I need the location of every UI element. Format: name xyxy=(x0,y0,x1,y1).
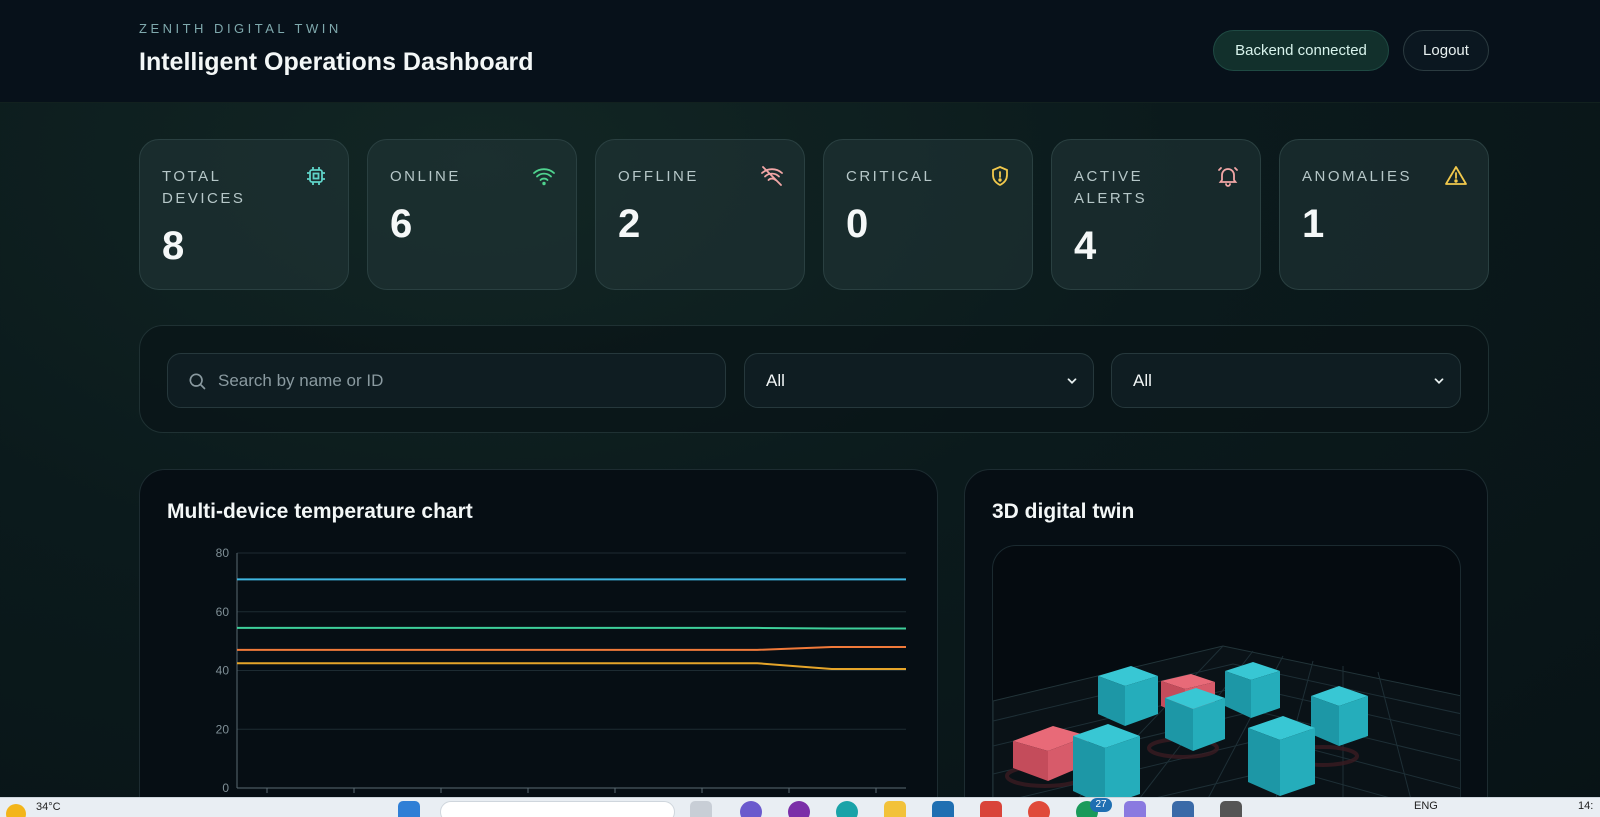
filter-panel: All All xyxy=(139,325,1489,433)
app-icon[interactable] xyxy=(1172,801,1194,817)
status-filter-select[interactable]: All xyxy=(744,353,1094,408)
stat-card-active-alerts: ACTIVE ALERTS 4 xyxy=(1051,139,1261,290)
status-filter-value: All xyxy=(766,371,785,390)
stat-card-anomalies: ANOMALIES 1 xyxy=(1279,139,1489,290)
stat-label: OFFLINE xyxy=(618,168,699,185)
chevron-down-icon xyxy=(1067,378,1077,384)
weather-temperature[interactable]: 34°C xyxy=(36,801,61,813)
y-tick-label: 80 xyxy=(216,546,230,560)
wifi-off-icon xyxy=(761,166,783,186)
backend-status-badge: Backend connected xyxy=(1213,30,1389,71)
warning-triangle-icon xyxy=(1445,166,1467,185)
stat-value: 8 xyxy=(162,224,185,268)
app-icon[interactable] xyxy=(1124,801,1146,817)
app-icon[interactable] xyxy=(740,801,762,817)
top-header: ZENITH DIGITAL TWIN Intelligent Operatio… xyxy=(0,0,1600,103)
twin-panel-title: 3D digital twin xyxy=(992,500,1135,523)
stat-card-total-devices: TOTAL DEVICES 8 xyxy=(139,139,349,290)
search-box[interactable] xyxy=(167,353,726,408)
stat-label: CRITICAL xyxy=(846,168,935,185)
system-clock[interactable]: 14: xyxy=(1578,800,1593,812)
app-icon[interactable] xyxy=(980,801,1002,817)
edge-browser-icon[interactable] xyxy=(836,801,858,817)
twin-3d-scene xyxy=(993,645,1460,817)
stat-value: 4 xyxy=(1074,224,1097,268)
type-filter-value: All xyxy=(1133,371,1152,390)
series-line-1 xyxy=(237,626,906,630)
wifi-icon xyxy=(533,168,555,186)
chip-icon xyxy=(307,167,325,185)
page-title: Intelligent Operations Dashboard xyxy=(139,48,534,76)
chrome-browser-icon[interactable] xyxy=(1028,801,1050,817)
y-tick-label: 20 xyxy=(216,722,230,736)
file-explorer-icon[interactable] xyxy=(884,801,906,817)
stat-label: ACTIVE ALERTS xyxy=(1074,168,1148,207)
device-cube-online xyxy=(1098,666,1158,726)
taskbar-search-box[interactable] xyxy=(440,801,675,817)
windows-start-icon[interactable] xyxy=(398,801,420,817)
chevron-down-icon xyxy=(1434,378,1444,384)
stat-value: 0 xyxy=(846,202,869,246)
series-line-3 xyxy=(237,662,906,670)
store-icon[interactable] xyxy=(932,801,954,817)
series-line-2 xyxy=(237,646,906,651)
os-taskbar: 34°C 27 ENG 14: xyxy=(0,797,1600,817)
device-cube-online xyxy=(1073,724,1140,806)
stat-card-offline: OFFLINE 2 xyxy=(595,139,805,290)
twin-3d-viewport[interactable] xyxy=(992,545,1461,817)
temperature-line-chart: 0 20 40 60 80 xyxy=(216,546,906,795)
stat-label: ONLINE xyxy=(390,168,461,185)
stat-card-online: ONLINE 6 xyxy=(367,139,577,290)
stat-value: 2 xyxy=(618,202,641,246)
shield-alert-icon xyxy=(992,166,1008,187)
search-icon xyxy=(189,373,206,390)
stat-label: TOTAL DEVICES xyxy=(162,168,246,207)
type-filter-select[interactable]: All xyxy=(1111,353,1461,408)
digital-twin-panel: 3D digital twin xyxy=(964,469,1488,817)
logout-button[interactable]: Logout xyxy=(1403,30,1489,71)
stat-value: 6 xyxy=(390,202,413,246)
search-input[interactable] xyxy=(218,354,708,407)
stat-value: 1 xyxy=(1302,202,1325,246)
y-tick-label: 0 xyxy=(222,781,229,795)
app-icon[interactable] xyxy=(1220,801,1242,817)
y-tick-label: 40 xyxy=(216,664,230,678)
brand-kicker: ZENITH DIGITAL TWIN xyxy=(139,21,342,36)
weather-sun-icon[interactable] xyxy=(6,804,26,817)
task-view-icon[interactable] xyxy=(690,801,712,817)
language-indicator[interactable]: ENG xyxy=(1414,800,1438,812)
device-cube-online xyxy=(1165,688,1225,751)
stat-label: ANOMALIES xyxy=(1302,168,1413,185)
y-tick-label: 60 xyxy=(216,605,230,619)
device-cube-online xyxy=(1311,686,1368,746)
device-cube-online xyxy=(1225,662,1280,718)
app-icon[interactable] xyxy=(788,801,810,817)
notification-badge: 27 xyxy=(1090,798,1112,812)
bell-alert-icon xyxy=(1218,167,1238,187)
stat-card-critical: CRITICAL 0 xyxy=(823,139,1033,290)
device-cube-online xyxy=(1248,716,1315,796)
temperature-chart-panel: Multi-device temperature chart 0 20 40 60 80 xyxy=(139,469,938,817)
